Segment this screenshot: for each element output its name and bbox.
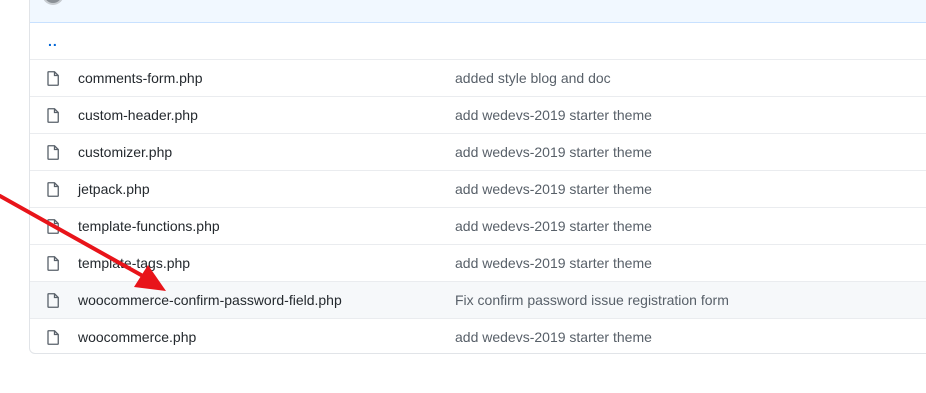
commit-message-link[interactable]: add wedevs-2019 starter theme — [455, 181, 652, 197]
file-row[interactable]: woocommerce-confirm-password-field.php Fi… — [30, 281, 926, 318]
parent-directory-row[interactable]: .. — [30, 22, 926, 59]
file-row[interactable]: jetpack.php add wedevs-2019 starter theme — [30, 170, 926, 207]
file-icon — [46, 70, 60, 86]
commit-message-link[interactable]: Fix confirm password issue registration … — [455, 292, 729, 308]
file-icon — [46, 329, 60, 345]
commit-message-link[interactable]: add wedevs-2019 starter theme — [455, 255, 652, 271]
latest-commit-bar — [30, 0, 926, 23]
file-icon — [46, 255, 60, 271]
file-icon — [46, 218, 60, 234]
file-name-link[interactable]: customizer.php — [78, 144, 455, 160]
file-row[interactable]: comments-form.php added style blog and do… — [30, 59, 926, 96]
parent-directory-link[interactable]: .. — [48, 33, 58, 49]
commit-message-link[interactable]: add wedevs-2019 starter theme — [455, 329, 652, 345]
commit-message-link[interactable]: add wedevs-2019 starter theme — [455, 107, 652, 123]
file-name-link[interactable]: woocommerce.php — [78, 329, 455, 345]
file-icon — [46, 107, 60, 123]
file-row[interactable]: template-functions.php add wedevs-2019 st… — [30, 207, 926, 244]
file-icon — [46, 144, 60, 160]
file-name-link[interactable]: template-tags.php — [78, 255, 455, 271]
commit-message-link[interactable]: add wedevs-2019 starter theme — [455, 218, 652, 234]
file-row[interactable]: customizer.php add wedevs-2019 starter th… — [30, 133, 926, 170]
file-name-link[interactable]: template-functions.php — [78, 218, 455, 234]
commit-message-link[interactable]: added style blog and doc — [455, 70, 611, 86]
file-name-link[interactable]: jetpack.php — [78, 181, 455, 197]
file-row[interactable]: custom-header.php add wedevs-2019 starter… — [30, 96, 926, 133]
file-name-link[interactable]: custom-header.php — [78, 107, 455, 123]
file-browser: .. comments-form.php added style blog and… — [29, 0, 926, 354]
file-icon — [46, 181, 60, 197]
file-row[interactable]: woocommerce.php add wedevs-2019 starter t… — [30, 318, 926, 353]
file-row[interactable]: template-tags.php add wedevs-2019 starter… — [30, 244, 926, 281]
file-name-link[interactable]: comments-form.php — [78, 70, 455, 86]
file-name-link[interactable]: woocommerce-confirm-password-field.php — [78, 292, 455, 308]
file-icon — [46, 292, 60, 308]
commit-message-link[interactable]: add wedevs-2019 starter theme — [455, 144, 652, 160]
avatar[interactable] — [42, 0, 64, 5]
